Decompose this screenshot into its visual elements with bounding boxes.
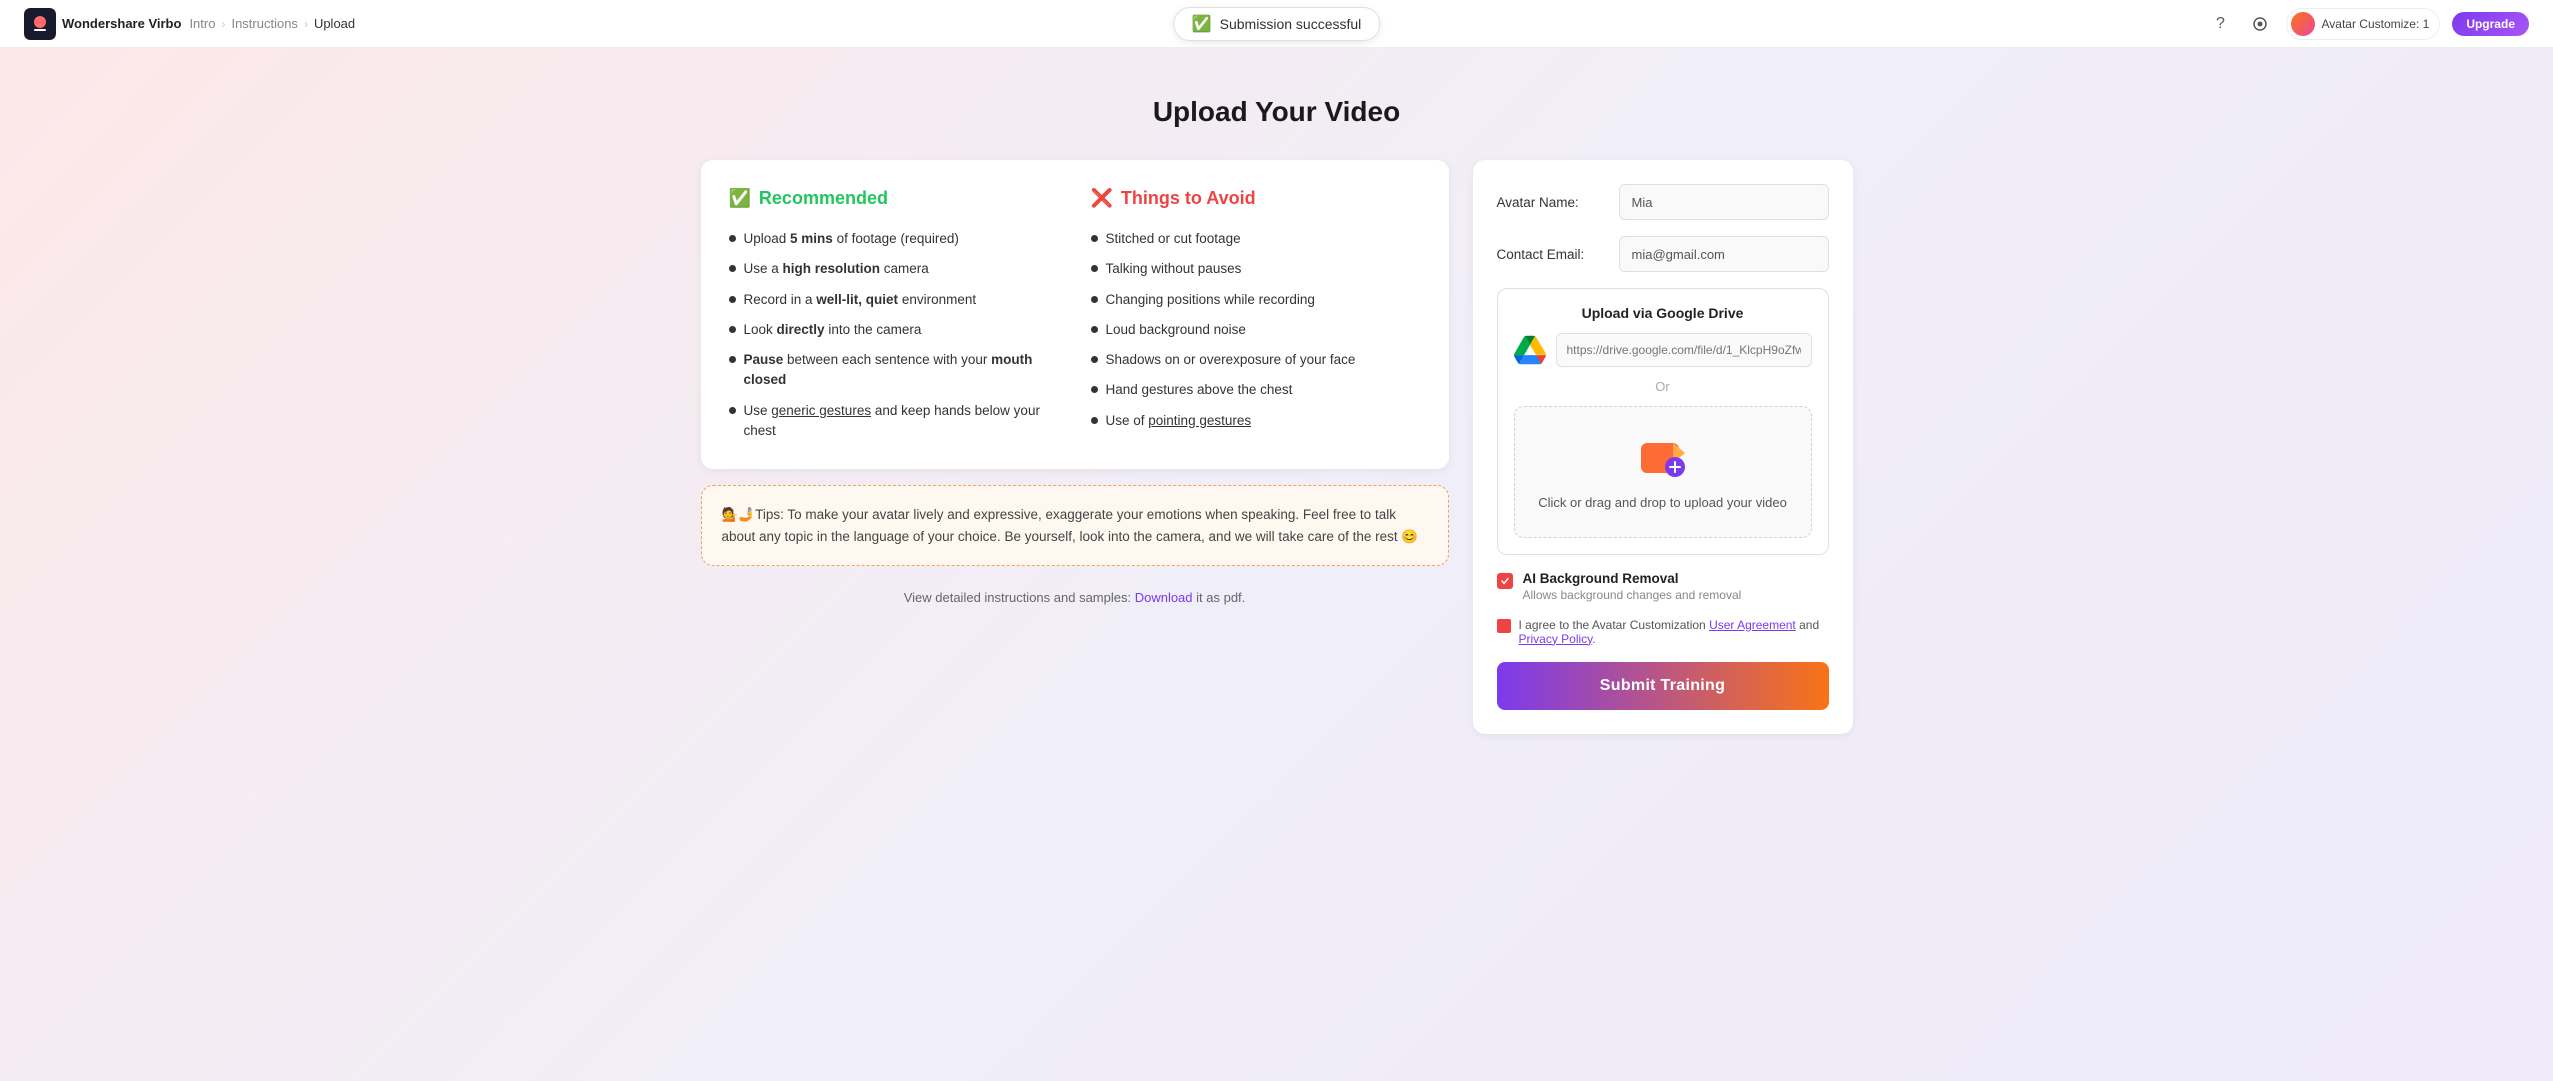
bullet-icon [1091,417,1098,424]
contact-email-label: Contact Email: [1497,247,1607,262]
logo[interactable]: Wondershare Virbo [24,8,181,40]
bullet-icon [1091,265,1098,272]
tips-text: 💁🤳Tips: To make your avatar lively and e… [722,507,1419,544]
bullet-icon [1091,356,1098,363]
privacy-policy-link[interactable]: Privacy Policy [1519,632,1593,646]
breadcrumb-sep1: › [221,17,225,31]
settings-button[interactable] [2246,10,2274,38]
avoid-section: ❌ Things to Avoid Stitched or cut footag… [1091,188,1421,441]
logo-icon [24,8,56,40]
contact-email-input[interactable] [1619,236,1829,272]
avatar-name-label: Avatar Name: [1497,195,1607,210]
avatar-image [2291,12,2315,36]
tips-card: 💁🤳Tips: To make your avatar lively and e… [701,485,1449,566]
gdrive-url-input[interactable] [1556,333,1812,367]
bullet-icon [729,296,736,303]
right-panel: Avatar Name: Contact Email: Upload via G… [1473,160,1853,734]
bullet-icon [729,356,736,363]
ai-bg-checkbox[interactable] [1497,573,1513,589]
bullet-icon [1091,386,1098,393]
bullet-icon [729,407,736,414]
checkbox-check-icon [1500,576,1510,586]
agreement-row: I agree to the Avatar Customization User… [1497,618,1829,646]
ai-bg-title: AI Background Removal [1523,571,1742,586]
list-item: Shadows on or overexposure of your face [1091,350,1421,370]
instructions-footer: View detailed instructions and samples: … [701,590,1449,605]
user-agreement-link[interactable]: User Agreement [1709,618,1796,632]
avatar-name-row: Avatar Name: [1497,184,1829,220]
upload-drop-text: Click or drag and drop to upload your vi… [1538,493,1787,513]
avatar-label: Avatar Customize: 1 [2321,17,2429,31]
ai-bg-content: AI Background Removal Allows background … [1523,571,1742,602]
recommended-title: ✅ Recommended [729,188,1059,209]
or-divider: Or [1514,379,1812,394]
main-content: Upload Your Video ✅ Recommended [677,48,1877,782]
agreement-checkbox[interactable] [1497,619,1511,633]
content-grid: ✅ Recommended Upload 5 mins of footage (… [701,160,1853,734]
guidelines-card: ✅ Recommended Upload 5 mins of footage (… [701,160,1449,469]
avatar-name-input[interactable] [1619,184,1829,220]
list-item: Use a high resolution camera [729,259,1059,279]
contact-email-row: Contact Email: [1497,236,1829,272]
list-item: Hand gestures above the chest [1091,380,1421,400]
breadcrumb-current: Upload [314,16,355,31]
success-badge: ✅ Submission successful [1173,7,1381,41]
bullet-icon [1091,326,1098,333]
list-item: Use of pointing gestures [1091,411,1421,431]
recommended-section: ✅ Recommended Upload 5 mins of footage (… [729,188,1059,441]
list-item: Pause between each sentence with your mo… [729,350,1059,391]
check-circle-icon: ✅ [729,188,751,209]
page-title: Upload Your Video [701,96,1853,128]
list-item: Talking without pauses [1091,259,1421,279]
list-item: Record in a well-lit, quiet environment [729,290,1059,310]
check-icon: ✅ [1192,14,1212,34]
agreement-text: I agree to the Avatar Customization User… [1519,618,1829,646]
breadcrumb-sep2: › [304,17,308,31]
list-item: Changing positions while recording [1091,290,1421,310]
list-item: Loud background noise [1091,320,1421,340]
google-drive-section: Upload via Google Drive Or [1497,288,1829,555]
list-item: Upload 5 mins of footage (required) [729,229,1059,249]
submit-training-button[interactable]: Submit Training [1497,662,1829,710]
avoid-title: ❌ Things to Avoid [1091,188,1421,209]
success-message: Submission successful [1220,16,1362,32]
google-drive-title: Upload via Google Drive [1514,305,1812,321]
gdrive-row [1514,333,1812,367]
ai-bg-desc: Allows background changes and removal [1523,588,1742,602]
header-center: ✅ Submission successful [1173,7,1381,41]
breadcrumb-instructions[interactable]: Instructions [231,16,297,31]
header-left: Wondershare Virbo Intro › Instructions ›… [24,8,355,40]
upload-video-icon [1637,431,1689,483]
header-right: ? Avatar Customize: 1 Upgrade [2206,8,2529,40]
guidelines-grid: ✅ Recommended Upload 5 mins of footage (… [729,188,1421,441]
upgrade-button[interactable]: Upgrade [2452,12,2529,36]
list-item: Use generic gestures and keep hands belo… [729,401,1059,442]
bullet-icon [1091,235,1098,242]
help-button[interactable]: ? [2206,10,2234,38]
avoid-list: Stitched or cut footage Talking without … [1091,229,1421,431]
header: Wondershare Virbo Intro › Instructions ›… [0,0,2553,48]
recommended-list: Upload 5 mins of footage (required) Use … [729,229,1059,441]
avatar-pill[interactable]: Avatar Customize: 1 [2286,8,2440,40]
list-item: Look directly into the camera [729,320,1059,340]
left-panel: ✅ Recommended Upload 5 mins of footage (… [701,160,1449,605]
bullet-icon [1091,296,1098,303]
breadcrumb: Intro › Instructions › Upload [189,16,355,31]
footer-text-before: View detailed instructions and samples: [904,590,1135,605]
download-link[interactable]: Download [1135,590,1193,605]
ai-bg-removal-row: AI Background Removal Allows background … [1497,571,1829,602]
list-item: Stitched or cut footage [1091,229,1421,249]
x-circle-icon: ❌ [1091,188,1113,209]
bullet-icon [729,265,736,272]
upload-drop-zone[interactable]: Click or drag and drop to upload your vi… [1514,406,1812,538]
breadcrumb-intro[interactable]: Intro [189,16,215,31]
bullet-icon [729,326,736,333]
logo-text: Wondershare Virbo [62,16,181,31]
bullet-icon [729,235,736,242]
gdrive-icon [1514,334,1546,366]
footer-text-after: it as pdf. [1193,590,1246,605]
